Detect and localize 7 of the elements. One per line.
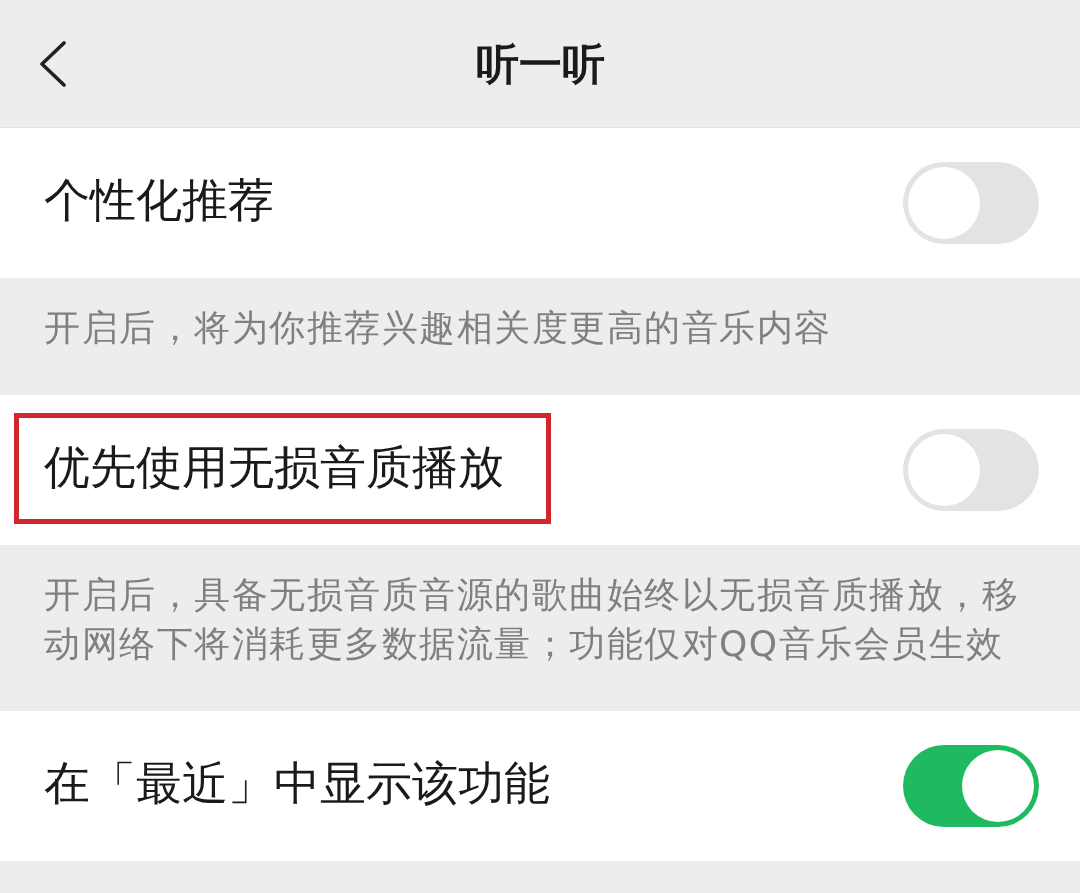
setting-description: 开启后，具备无损音质音源的歌曲始终以无损音质播放，移动网络下将消耗更多数据流量；功能仅对QQ音乐会员生效	[43, 573, 1020, 666]
setting-label: 个性化推荐	[44, 172, 274, 229]
setting-label: 在「最近」中显示该功能	[44, 755, 550, 812]
back-icon[interactable]	[40, 41, 66, 87]
setting-label: 优先使用无损音质播放	[44, 439, 504, 496]
page-title: 听一听	[475, 37, 605, 91]
setting-description: 开启后，将为你推荐兴趣相关度更高的音乐内容	[43, 306, 833, 350]
